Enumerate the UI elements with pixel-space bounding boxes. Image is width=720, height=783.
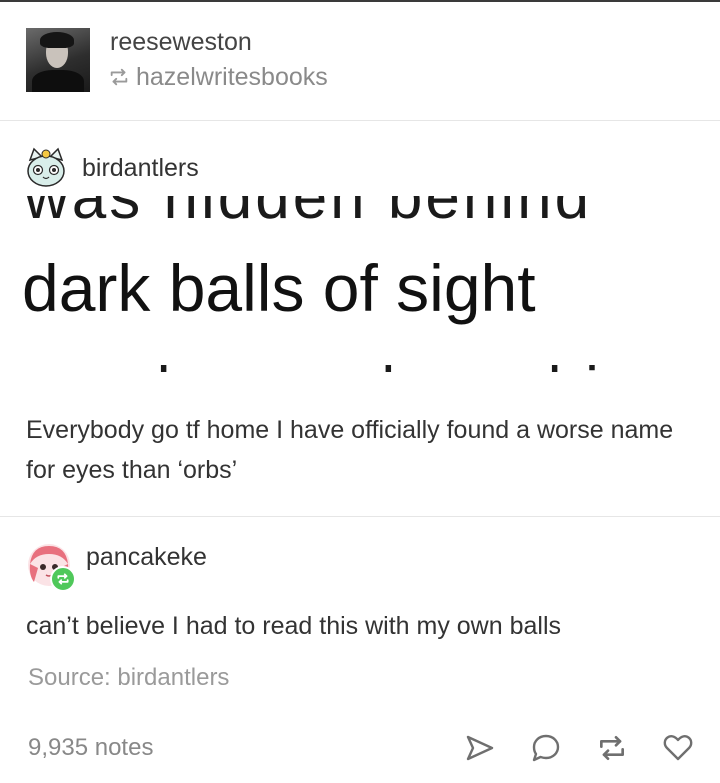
- quote-line-top-cutoff: was hidden behind: [24, 196, 593, 232]
- post-header: reeseweston hazelwritesbooks: [0, 2, 720, 120]
- comment-pancakeke: can’t believe I had to read this with my…: [26, 612, 561, 640]
- divider: [0, 120, 720, 121]
- avatar[interactable]: [26, 28, 90, 92]
- post-footer: 9,935 notes: [0, 720, 720, 780]
- like-icon[interactable]: [660, 730, 696, 766]
- notes-count[interactable]: 9,935 notes: [28, 734, 153, 762]
- avatar[interactable]: [24, 146, 68, 190]
- source-link[interactable]: Source: birdantlers: [28, 664, 229, 692]
- avatar[interactable]: [26, 542, 76, 592]
- reblog-icon[interactable]: [594, 730, 630, 766]
- comment-birdantlers: Everybody go tf home I have officially f…: [26, 416, 674, 484]
- post-actions: [462, 730, 696, 766]
- author-row-birdantlers: birdantlers: [24, 146, 199, 190]
- divider: [0, 516, 720, 517]
- reply-icon[interactable]: [528, 730, 564, 766]
- username[interactable]: pancakeke: [86, 543, 207, 572]
- quote-line-bottom-cutoff: ranches and see hi: [24, 354, 602, 372]
- quote-line-main: dark balls of sight: [22, 251, 536, 325]
- reblog-arrows-icon: [108, 66, 130, 88]
- share-icon[interactable]: [462, 730, 498, 766]
- reblog-badge-icon: [50, 566, 76, 592]
- quoted-text-image: was hidden behind dark balls of sight ra…: [0, 196, 720, 372]
- reblogged-from-blog[interactable]: hazelwritesbooks: [136, 63, 328, 92]
- blog-name[interactable]: reeseweston: [110, 28, 252, 57]
- username[interactable]: birdantlers: [82, 154, 199, 183]
- reblogged-from: hazelwritesbooks: [108, 62, 328, 92]
- author-row-pancakeke: pancakeke: [26, 542, 207, 592]
